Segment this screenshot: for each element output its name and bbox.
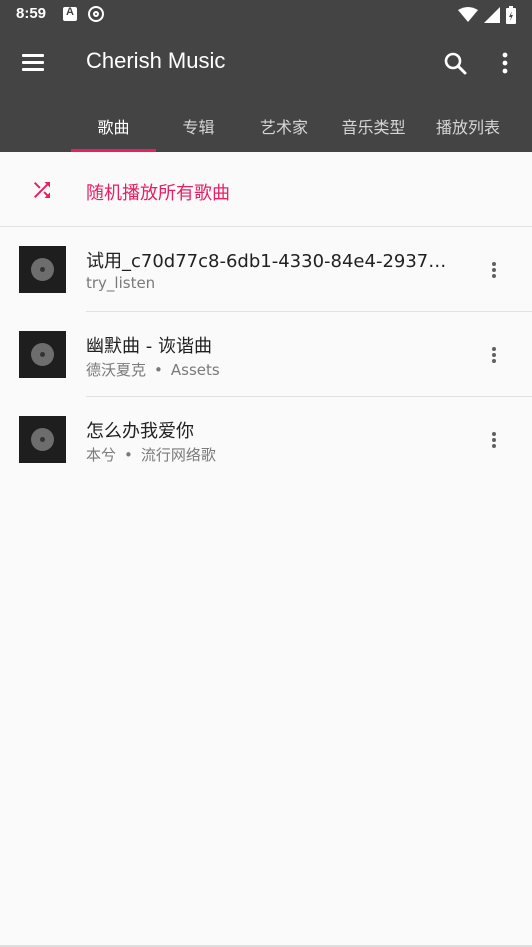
tab-label: 播放列表 [435, 118, 500, 137]
song-subtitle: try_listen [86, 274, 155, 292]
song-more-icon[interactable] [482, 340, 506, 370]
separator: • [124, 446, 133, 464]
wifi-icon [458, 7, 478, 22]
album-cover [19, 246, 66, 293]
tab-label: 专辑 [182, 118, 215, 137]
app-title: Cherish Music [86, 48, 226, 73]
song-title: 试用_c70d77c8-6db1-4330-84e4-29371b5… [86, 251, 454, 272]
battery-icon [506, 6, 516, 24]
top-bar: 8:59 A Cherish Music 歌曲 专辑 艺术家 音乐类型 播放列表 [0, 0, 532, 152]
menu-icon[interactable] [14, 44, 52, 80]
tab-label: 音乐类型 [341, 118, 406, 137]
status-bar: 8:59 A [0, 0, 532, 30]
shuffle-icon [34, 182, 50, 198]
a-badge-icon: A [63, 6, 77, 21]
search-icon[interactable] [438, 46, 472, 80]
tab-playlists[interactable]: 播放列表 [420, 94, 516, 152]
tab-bar: 歌曲 专辑 艺术家 音乐类型 播放列表 [0, 94, 532, 152]
song-title: 怎么办我爱你 [86, 421, 194, 442]
tab-albums[interactable]: 专辑 [156, 94, 241, 152]
shuffle-all-label: 随机播放所有歌曲 [86, 183, 230, 204]
song-album: Assets [170, 361, 220, 379]
system-icons [458, 6, 516, 24]
tab-genres[interactable]: 音乐类型 [327, 94, 420, 152]
song-title: 幽默曲 - 诙谐曲 [86, 336, 212, 357]
song-subtitle: 本兮 • 流行网络歌 [86, 444, 216, 465]
status-time: 8:59 [16, 5, 47, 22]
separator: • [154, 361, 163, 379]
tab-label: 艺术家 [259, 118, 308, 137]
song-more-icon[interactable] [482, 425, 506, 455]
more-vert-icon[interactable] [490, 46, 520, 80]
tab-songs[interactable]: 歌曲 [71, 94, 156, 152]
song-item[interactable]: 幽默曲 - 诙谐曲 德沃夏克 • Assets [0, 312, 532, 397]
app-bar: Cherish Music [0, 30, 532, 94]
album-cover [19, 416, 66, 463]
song-artist: try_listen [86, 274, 156, 292]
song-artist: 德沃夏克 [86, 361, 147, 379]
song-artist: 本兮 [86, 446, 117, 464]
disc-icon [88, 6, 104, 22]
song-item[interactable]: 试用_c70d77c8-6db1-4330-84e4-29371b5… try_… [0, 227, 532, 312]
song-album: 流行网络歌 [140, 446, 216, 464]
album-cover [19, 331, 66, 378]
shuffle-all-button[interactable]: 随机播放所有歌曲 [0, 152, 532, 227]
signal-icon [484, 7, 500, 23]
tab-artists[interactable]: 艺术家 [241, 94, 327, 152]
tab-label: 歌曲 [97, 118, 130, 137]
song-more-icon[interactable] [482, 255, 506, 285]
song-item[interactable]: 怎么办我爱你 本兮 • 流行网络歌 [0, 397, 532, 482]
song-subtitle: 德沃夏克 • Assets [86, 359, 220, 380]
